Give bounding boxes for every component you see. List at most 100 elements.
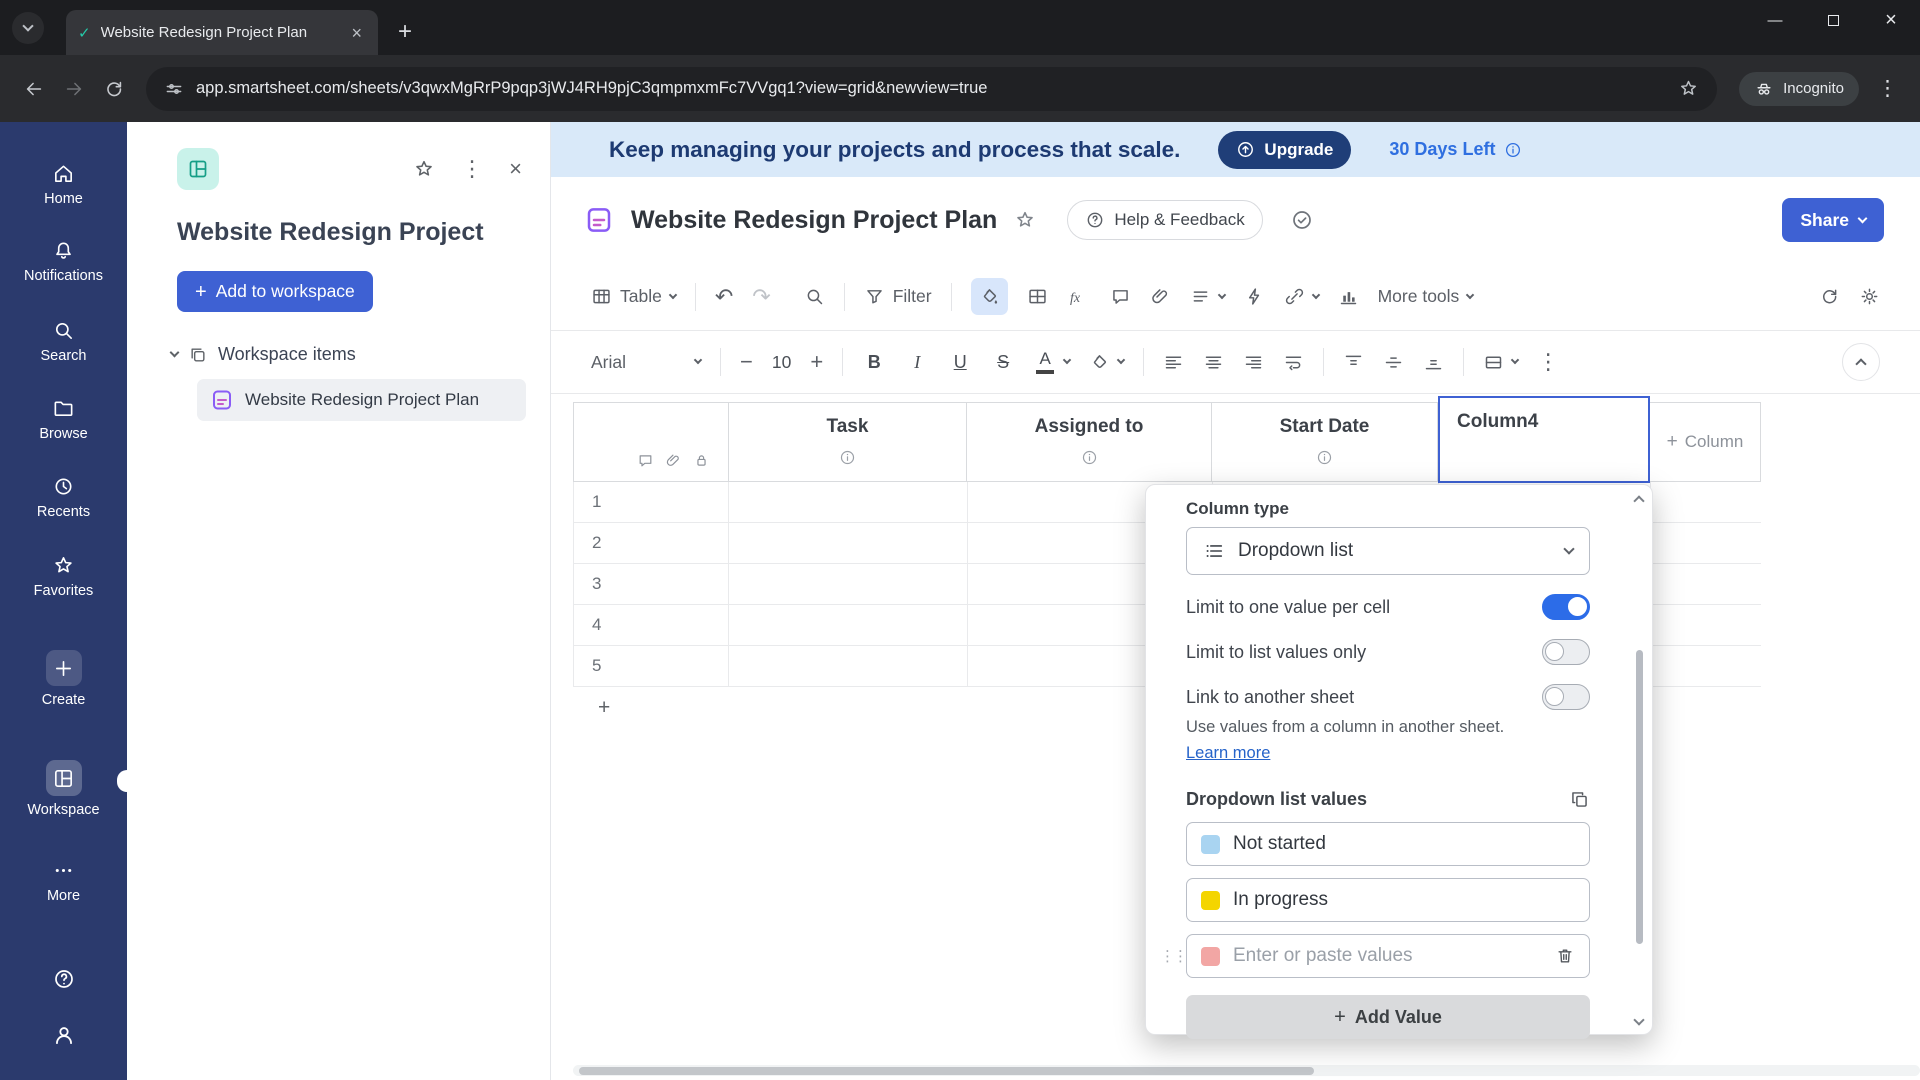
browser-menu-button[interactable]: ⋮ (1869, 76, 1906, 101)
search-sheet-button[interactable] (804, 286, 825, 307)
window-maximize-button[interactable] (1804, 0, 1862, 40)
window-close-button[interactable]: × (1862, 0, 1920, 40)
back-button[interactable] (14, 69, 54, 109)
nav-item-favorites[interactable]: Favorites (0, 554, 127, 599)
nav-item-workspace[interactable]: Workspace (0, 760, 127, 818)
row-number[interactable]: 4 (573, 605, 729, 645)
more-tools-button[interactable]: More tools (1378, 286, 1475, 307)
tab-search-button[interactable] (12, 12, 44, 44)
valign-top-button[interactable] (1343, 352, 1364, 373)
formula-button[interactable]: fx (1067, 285, 1091, 309)
text-color-button[interactable]: A (1034, 350, 1072, 374)
dropdown-value-row[interactable]: Not started (1186, 822, 1590, 866)
undo-button[interactable]: ↶ (715, 285, 733, 308)
nav-item-more[interactable]: More (0, 859, 127, 904)
align-center-button[interactable] (1203, 352, 1224, 373)
link-another-sheet-toggle[interactable] (1542, 684, 1590, 710)
add-to-workspace-button[interactable]: + Add to workspace (177, 271, 373, 312)
link-tool-button[interactable] (1284, 286, 1320, 307)
info-icon[interactable] (1316, 449, 1333, 466)
nav-item-browse[interactable]: Browse (0, 397, 127, 442)
row-number[interactable]: 3 (573, 564, 729, 604)
column-type-select[interactable]: Dropdown list (1186, 527, 1590, 575)
new-tab-button[interactable]: + (398, 20, 412, 44)
attachment-button[interactable] (1150, 286, 1171, 307)
valign-middle-button[interactable] (1383, 352, 1404, 373)
column-header-task[interactable]: Task (729, 403, 967, 481)
panel-close-button[interactable]: × (509, 158, 522, 180)
limit-one-value-toggle[interactable] (1542, 594, 1590, 620)
text-wrap-button[interactable] (1283, 352, 1304, 373)
value-color-chip[interactable] (1201, 946, 1220, 966)
format-overflow-menu[interactable]: ⋮ (1537, 351, 1559, 373)
limit-list-values-toggle[interactable] (1542, 639, 1590, 665)
nav-item-search[interactable]: Search (0, 319, 127, 364)
row-number[interactable]: 1 (573, 482, 729, 522)
delete-value-button[interactable] (1555, 946, 1575, 966)
bookmark-star-icon[interactable] (1678, 78, 1699, 99)
row-number[interactable]: 2 (573, 523, 729, 563)
comment-button[interactable] (1110, 286, 1131, 307)
tab-close-icon[interactable]: × (347, 22, 366, 44)
activity-history-button[interactable] (1819, 286, 1840, 307)
nav-item-account[interactable] (0, 1022, 127, 1048)
info-icon[interactable] (1504, 141, 1522, 159)
share-button[interactable]: Share (1782, 198, 1884, 242)
cell-table-button[interactable] (1027, 286, 1048, 307)
dropdown-value-row[interactable]: In progress (1186, 878, 1590, 922)
workspace-item-sheet[interactable]: Website Redesign Project Plan (197, 379, 526, 421)
column-header-column4-selected[interactable]: Column4 (1438, 396, 1650, 483)
drag-handle-icon[interactable]: ⋮⋮ (1160, 947, 1188, 965)
redo-button[interactable]: ↷ (752, 285, 770, 308)
info-icon[interactable] (1081, 449, 1098, 466)
collapse-toolbar-button[interactable] (1842, 343, 1880, 381)
new-value-row[interactable]: ⋮⋮ (1160, 934, 1590, 978)
scroll-up-icon[interactable] (1633, 495, 1645, 507)
horizontal-scrollbar-thumb[interactable] (579, 1066, 1314, 1075)
info-icon[interactable] (839, 449, 856, 466)
add-value-button[interactable]: + Add Value (1186, 995, 1590, 1039)
valign-bottom-button[interactable] (1423, 352, 1444, 373)
copy-values-button[interactable] (1569, 789, 1590, 810)
value-color-chip[interactable] (1201, 890, 1220, 910)
italic-button[interactable]: I (905, 352, 929, 373)
learn-more-link[interactable]: Learn more (1186, 744, 1270, 763)
value-color-chip[interactable] (1201, 834, 1220, 854)
scroll-down-icon[interactable] (1633, 1014, 1645, 1026)
upgrade-button[interactable]: Upgrade (1218, 130, 1352, 169)
filter-button[interactable]: Filter (864, 286, 932, 307)
window-minimize-button[interactable]: — (1746, 0, 1804, 40)
row-number[interactable]: 5 (573, 646, 729, 686)
column-header-assigned-to[interactable]: Assigned to (967, 403, 1212, 481)
settings-button[interactable] (1859, 286, 1880, 307)
row-gutter-header[interactable] (573, 403, 729, 481)
favorite-star-button[interactable] (413, 158, 435, 180)
workspace-items-section[interactable]: Workspace items (169, 344, 550, 365)
chart-button[interactable] (1338, 286, 1359, 307)
address-bar[interactable]: app.smartsheet.com/sheets/v3qwxMgRrP9pqp… (146, 66, 1718, 111)
nav-item-help[interactable] (0, 967, 127, 991)
bold-button[interactable]: B (862, 352, 886, 373)
reload-button[interactable] (94, 69, 134, 109)
strikethrough-button[interactable]: S (991, 352, 1015, 373)
favorite-sheet-button[interactable] (1014, 209, 1036, 231)
list-tool-button[interactable] (1190, 286, 1226, 307)
cell-format-button[interactable] (1483, 352, 1520, 373)
font-family-select[interactable]: Arial (591, 352, 703, 373)
underline-button[interactable]: U (948, 352, 972, 373)
browser-tab[interactable]: ✓ Website Redesign Project Plan × (66, 10, 378, 55)
automation-button[interactable] (1244, 286, 1265, 307)
nav-item-create[interactable]: Create (0, 650, 127, 708)
panel-menu-button[interactable]: ⋮ (461, 158, 483, 180)
horizontal-scrollbar[interactable] (573, 1065, 1920, 1076)
align-left-button[interactable] (1163, 352, 1184, 373)
panel-scrollbar-thumb[interactable] (1636, 650, 1643, 944)
paint-format-button[interactable] (970, 278, 1008, 315)
view-switcher-table[interactable]: Table (591, 286, 678, 307)
nav-item-home[interactable]: Home (0, 162, 127, 207)
nav-item-notifications[interactable]: Notifications (0, 239, 127, 284)
help-feedback-button[interactable]: Help & Feedback (1067, 200, 1263, 240)
forward-button[interactable] (54, 69, 94, 109)
fill-color-button[interactable] (1089, 352, 1126, 373)
align-right-button[interactable] (1243, 352, 1264, 373)
